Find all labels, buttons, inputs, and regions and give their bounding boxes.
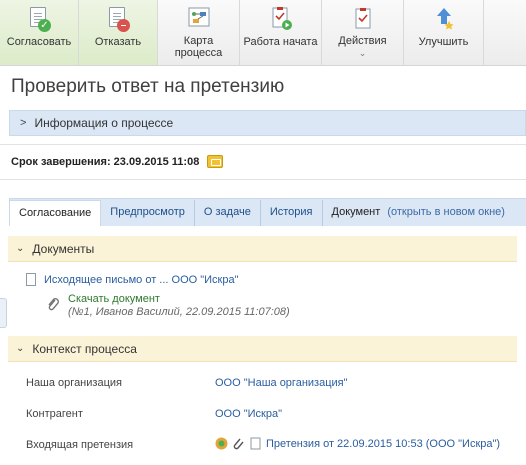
comment-icon[interactable] xyxy=(207,155,224,168)
divider xyxy=(0,179,526,180)
chevron-down-icon: ⌄ xyxy=(16,243,25,254)
side-panel-handle[interactable] xyxy=(0,298,7,328)
process-icon xyxy=(215,437,228,450)
tab-bar: Согласование Предпросмотр О задаче Истор… xyxy=(9,200,514,226)
context-value-our-org[interactable]: ООО "Наша организация" xyxy=(215,377,348,389)
context-label-incoming-claim: Входящая претензия xyxy=(26,439,134,451)
download-meta: (№1, Иванов Василий, 22.09.2015 11:07:08… xyxy=(68,306,290,318)
document-link-text: Исходящее письмо от ... ООО "Искра" xyxy=(44,273,239,286)
page-title: Проверить ответ на претензию xyxy=(11,76,285,97)
paperclip-icon xyxy=(48,298,59,311)
process-info-label: Информация о процессе xyxy=(34,116,174,130)
approve-button[interactable]: ✓ Согласовать xyxy=(0,0,79,65)
document-link[interactable]: Исходящее письмо от ... ООО "Искра" xyxy=(26,273,239,286)
paperclip-icon xyxy=(233,438,244,450)
process-info-toggle[interactable]: > Информация о процессе xyxy=(9,110,526,136)
reject-icon: – xyxy=(105,6,131,32)
deadline-label: Срок завершения: 23.09.2015 11:08 xyxy=(11,155,200,168)
process-map-button[interactable]: Карта процесса xyxy=(158,0,240,65)
tab-history[interactable]: История xyxy=(261,200,323,226)
tab-approval[interactable]: Согласование xyxy=(9,200,102,226)
deadline: Срок завершения: 23.09.2015 11:08 xyxy=(11,155,224,168)
context-header-label: Контекст процесса xyxy=(32,341,137,356)
process-map-icon xyxy=(186,5,212,31)
tab-about-task[interactable]: О задаче xyxy=(195,200,261,226)
context-value-counterparty[interactable]: ООО "Искра" xyxy=(215,408,282,420)
chevron-right-icon: > xyxy=(20,117,27,129)
tab-preview[interactable]: Предпросмотр xyxy=(101,200,195,226)
work-started-button[interactable]: Работа начата xyxy=(240,0,322,65)
document-icon xyxy=(250,437,261,450)
context-label-counterparty: Контрагент xyxy=(26,408,83,420)
context-label-our-org: Наша организация xyxy=(26,377,122,389)
context-section-header[interactable]: ⌄ Контекст процесса xyxy=(8,336,517,362)
download-block: Скачать документ (№1, Иванов Василий, 22… xyxy=(46,293,290,318)
improve-icon xyxy=(431,6,457,32)
improve-button[interactable]: Улучшить xyxy=(404,0,484,65)
actions-button[interactable]: Действия ⌄ xyxy=(322,0,404,65)
tab-document[interactable]: Документ (открыть в новом окне) xyxy=(323,200,514,226)
context-value-incoming-claim[interactable]: Претензия от 22.09.2015 10:53 (ООО "Искр… xyxy=(215,437,500,450)
actions-icon xyxy=(350,6,376,32)
incoming-claim-text: Претензия от 22.09.2015 10:53 (ООО "Искр… xyxy=(266,437,501,450)
open-new-window-link[interactable]: (открыть в новом окне) xyxy=(383,206,505,218)
download-document-link[interactable]: Скачать документ xyxy=(68,293,290,305)
tab-document-label: Документ xyxy=(331,206,381,218)
documents-header-label: Документы xyxy=(32,241,95,256)
document-icon xyxy=(26,273,36,286)
reject-button[interactable]: – Отказать xyxy=(79,0,158,65)
approve-icon: ✓ xyxy=(26,6,52,32)
documents-section-header[interactable]: ⌄ Документы xyxy=(8,236,517,262)
toolbar: ✓ Согласовать – Отказать Карта процесса xyxy=(0,0,526,66)
chevron-down-icon: ⌄ xyxy=(358,48,367,58)
work-started-icon xyxy=(268,6,294,32)
chevron-down-icon: ⌄ xyxy=(16,343,25,354)
divider xyxy=(0,144,526,145)
